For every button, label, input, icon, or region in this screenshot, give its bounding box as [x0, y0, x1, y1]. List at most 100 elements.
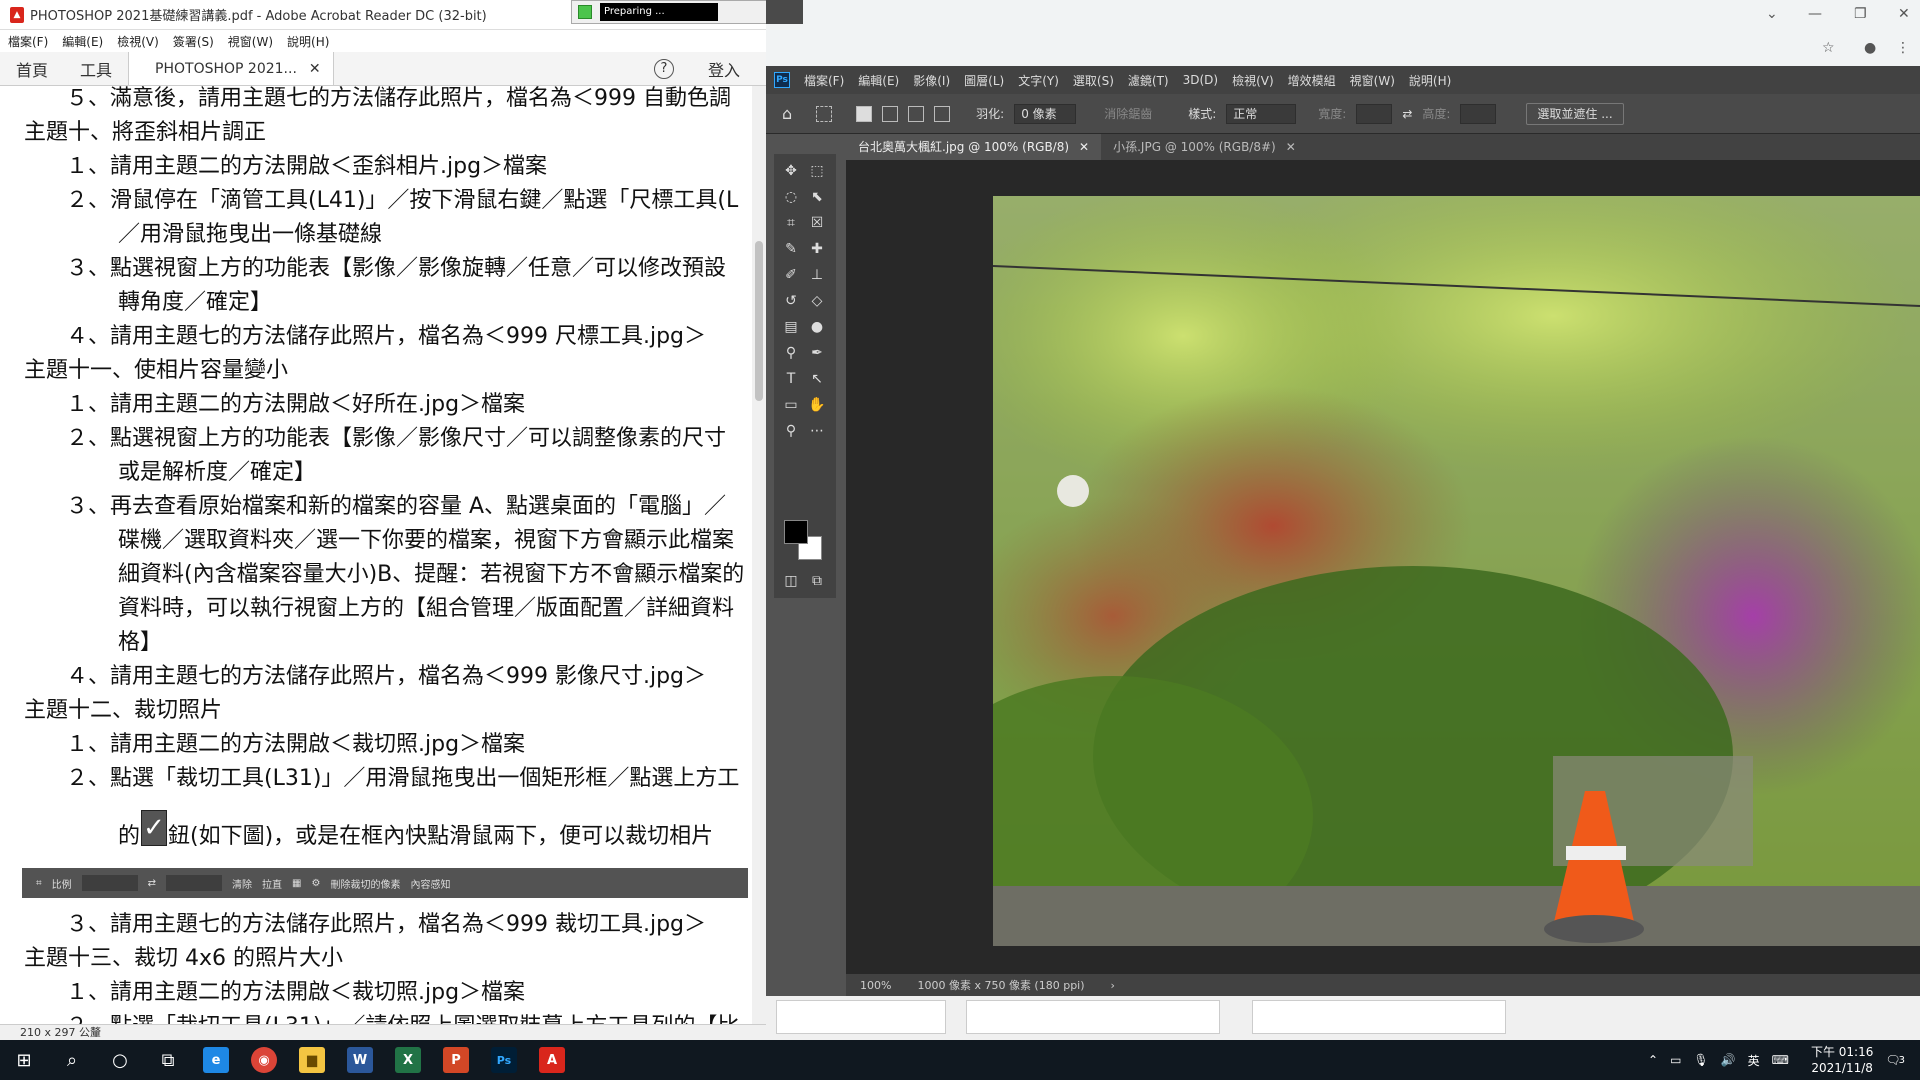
path-select-tool-icon[interactable]: ↖	[806, 368, 828, 390]
lasso-tool-icon[interactable]: ◌	[780, 186, 802, 208]
taskbar-powerpoint[interactable]: P	[432, 1040, 480, 1080]
ps-menu-file[interactable]: 檔案(F)	[804, 72, 844, 89]
screen-mode-icon[interactable]: ⧉	[806, 570, 828, 592]
taskbar-explorer[interactable]: ▆	[288, 1040, 336, 1080]
blur-tool-icon[interactable]: ●	[806, 316, 828, 338]
subtract-selection-icon[interactable]	[908, 105, 925, 122]
crop-tool-icon[interactable]: ⌗	[780, 212, 802, 234]
more-tools-icon[interactable]: ⋯	[806, 420, 828, 442]
taskbar-edge[interactable]: e	[192, 1040, 240, 1080]
document-info[interactable]: 1000 像素 x 750 像素 (180 ppi)	[917, 977, 1084, 993]
restore-icon[interactable]: ❐	[1854, 6, 1867, 22]
height-input[interactable]	[1460, 103, 1497, 124]
ps-menu-view[interactable]: 檢視(V)	[1232, 72, 1274, 89]
thumbnail[interactable]	[776, 1000, 946, 1034]
task-view-icon[interactable]: ⧉	[144, 1040, 192, 1080]
marquee-tool-icon[interactable]	[816, 105, 833, 122]
quick-mask-icon[interactable]: ◫	[780, 570, 802, 592]
ps-menu-type[interactable]: 文字(Y)	[1018, 72, 1059, 89]
ps-tab[interactable]: 小孫.JPG @ 100% (RGB/8#) ✕	[1101, 134, 1308, 160]
ps-menu-window[interactable]: 視窗(W)	[1350, 72, 1395, 89]
dodge-tool-icon[interactable]: ⚲	[780, 342, 802, 364]
clock[interactable]: 下午 01:16 2021/11/8	[1811, 1044, 1873, 1076]
new-selection-icon[interactable]	[856, 105, 873, 122]
pdf-scrollbar[interactable]	[752, 86, 766, 1024]
ps-menu-help[interactable]: 說明(H)	[1409, 72, 1451, 89]
volume-icon[interactable]: 🔊	[1721, 1053, 1736, 1067]
healing-brush-tool-icon[interactable]: ✚	[806, 238, 828, 260]
intersect-selection-icon[interactable]	[934, 105, 951, 122]
close-icon[interactable]: ✕	[1898, 6, 1910, 22]
network-icon[interactable]: ▭	[1670, 1053, 1681, 1067]
tab-document[interactable]: PHOTOSHOP 2021... ✕	[128, 52, 334, 85]
ps-menu-3d[interactable]: 3D(D)	[1183, 73, 1218, 87]
cortana-icon[interactable]: ○	[96, 1040, 144, 1080]
chevron-right-icon[interactable]: ›	[1111, 979, 1115, 992]
chevron-up-icon[interactable]: ⌃	[1648, 1053, 1658, 1067]
photo-canvas-image[interactable]	[993, 196, 1920, 946]
ps-menu-image[interactable]: 影像(I)	[913, 72, 950, 89]
thumbnail[interactable]	[1252, 1000, 1506, 1034]
taskbar-chrome[interactable]: ◉	[240, 1040, 288, 1080]
select-and-mask-button[interactable]: 選取並遮住 ...	[1526, 102, 1624, 125]
menu-edit[interactable]: 編輯(E)	[62, 33, 103, 50]
ps-menu-edit[interactable]: 編輯(E)	[858, 72, 899, 89]
taskbar-photoshop[interactable]: Ps	[480, 1040, 528, 1080]
marquee-tool-icon[interactable]: ⬚	[806, 160, 828, 182]
feather-input[interactable]: 0 像素	[1014, 103, 1077, 124]
avatar[interactable]: ●	[1864, 40, 1876, 56]
ps-tab-active[interactable]: 台北奧萬大楓紅.jpg @ 100% (RGB/8) ✕	[846, 134, 1102, 160]
add-selection-icon[interactable]	[882, 105, 899, 122]
login-button[interactable]: 登入	[708, 57, 740, 81]
tab-home[interactable]: 首頁	[0, 52, 64, 85]
move-tool-icon[interactable]: ✥	[780, 160, 802, 182]
close-icon[interactable]: ✕	[309, 61, 321, 77]
gradient-tool-icon[interactable]: ▤	[780, 316, 802, 338]
frame-tool-icon[interactable]: ☒	[806, 212, 828, 234]
taskbar-acrobat[interactable]: A	[528, 1040, 576, 1080]
windows-start-icon[interactable]: ⊞	[0, 1040, 48, 1080]
close-icon[interactable]: ✕	[1286, 140, 1296, 154]
help-icon[interactable]: ?	[653, 58, 674, 79]
clone-stamp-tool-icon[interactable]: ⊥	[806, 264, 828, 286]
tab-tools[interactable]: 工具	[64, 52, 128, 85]
antialias-checkbox[interactable]: 消除鋸齒	[1104, 105, 1152, 122]
menu-view[interactable]: 檢視(V)	[117, 33, 159, 50]
ps-menu-layer[interactable]: 圖層(L)	[964, 72, 1004, 89]
minimize-icon[interactable]: —	[1808, 6, 1822, 22]
history-brush-tool-icon[interactable]: ↺	[780, 290, 802, 312]
hand-tool-icon[interactable]: ✋	[806, 394, 828, 416]
menu-help[interactable]: 說明(H)	[287, 33, 329, 50]
chevron-down-icon[interactable]: ⌄	[1766, 6, 1778, 22]
microphone-icon[interactable]: 🎙	[1693, 1053, 1708, 1067]
style-select[interactable]: 正常	[1226, 103, 1297, 124]
pen-tool-icon[interactable]: ✒	[806, 342, 828, 364]
search-icon[interactable]: ⌕	[48, 1040, 96, 1080]
keyboard-icon[interactable]: ⌨	[1772, 1053, 1789, 1067]
taskbar-excel[interactable]: X	[384, 1040, 432, 1080]
more-icon[interactable]: ⋮	[1896, 40, 1910, 56]
ps-menu-select[interactable]: 選取(S)	[1073, 72, 1114, 89]
menu-file[interactable]: 檔案(F)	[8, 33, 48, 50]
rectangle-tool-icon[interactable]: ▭	[780, 394, 802, 416]
scrollbar-thumb[interactable]	[755, 241, 763, 401]
taskbar-word[interactable]: W	[336, 1040, 384, 1080]
ime-indicator[interactable]: 英	[1748, 1052, 1760, 1069]
home-icon[interactable]: ⌂	[782, 104, 792, 123]
star-icon[interactable]: ☆	[1822, 40, 1835, 56]
brush-tool-icon[interactable]: ✐	[780, 264, 802, 286]
menu-sign[interactable]: 簽署(S)	[173, 33, 214, 50]
quick-select-tool-icon[interactable]: ⬉	[806, 186, 828, 208]
ps-menu-plugins[interactable]: 增效模組	[1288, 72, 1336, 89]
eraser-tool-icon[interactable]: ◇	[806, 290, 828, 312]
swap-icon[interactable]: ⇄	[1402, 107, 1412, 121]
thumbnail[interactable]	[966, 1000, 1220, 1034]
eyedropper-tool-icon[interactable]: ✎	[780, 238, 802, 260]
width-input[interactable]	[1356, 103, 1393, 124]
type-tool-icon[interactable]: T	[780, 368, 802, 390]
zoom-tool-icon[interactable]: ⚲	[780, 420, 802, 442]
menu-window[interactable]: 視窗(W)	[228, 33, 273, 50]
zoom-level[interactable]: 100%	[860, 979, 891, 992]
ps-menu-filter[interactable]: 濾鏡(T)	[1128, 72, 1169, 89]
foreground-color-swatch[interactable]	[784, 520, 808, 544]
